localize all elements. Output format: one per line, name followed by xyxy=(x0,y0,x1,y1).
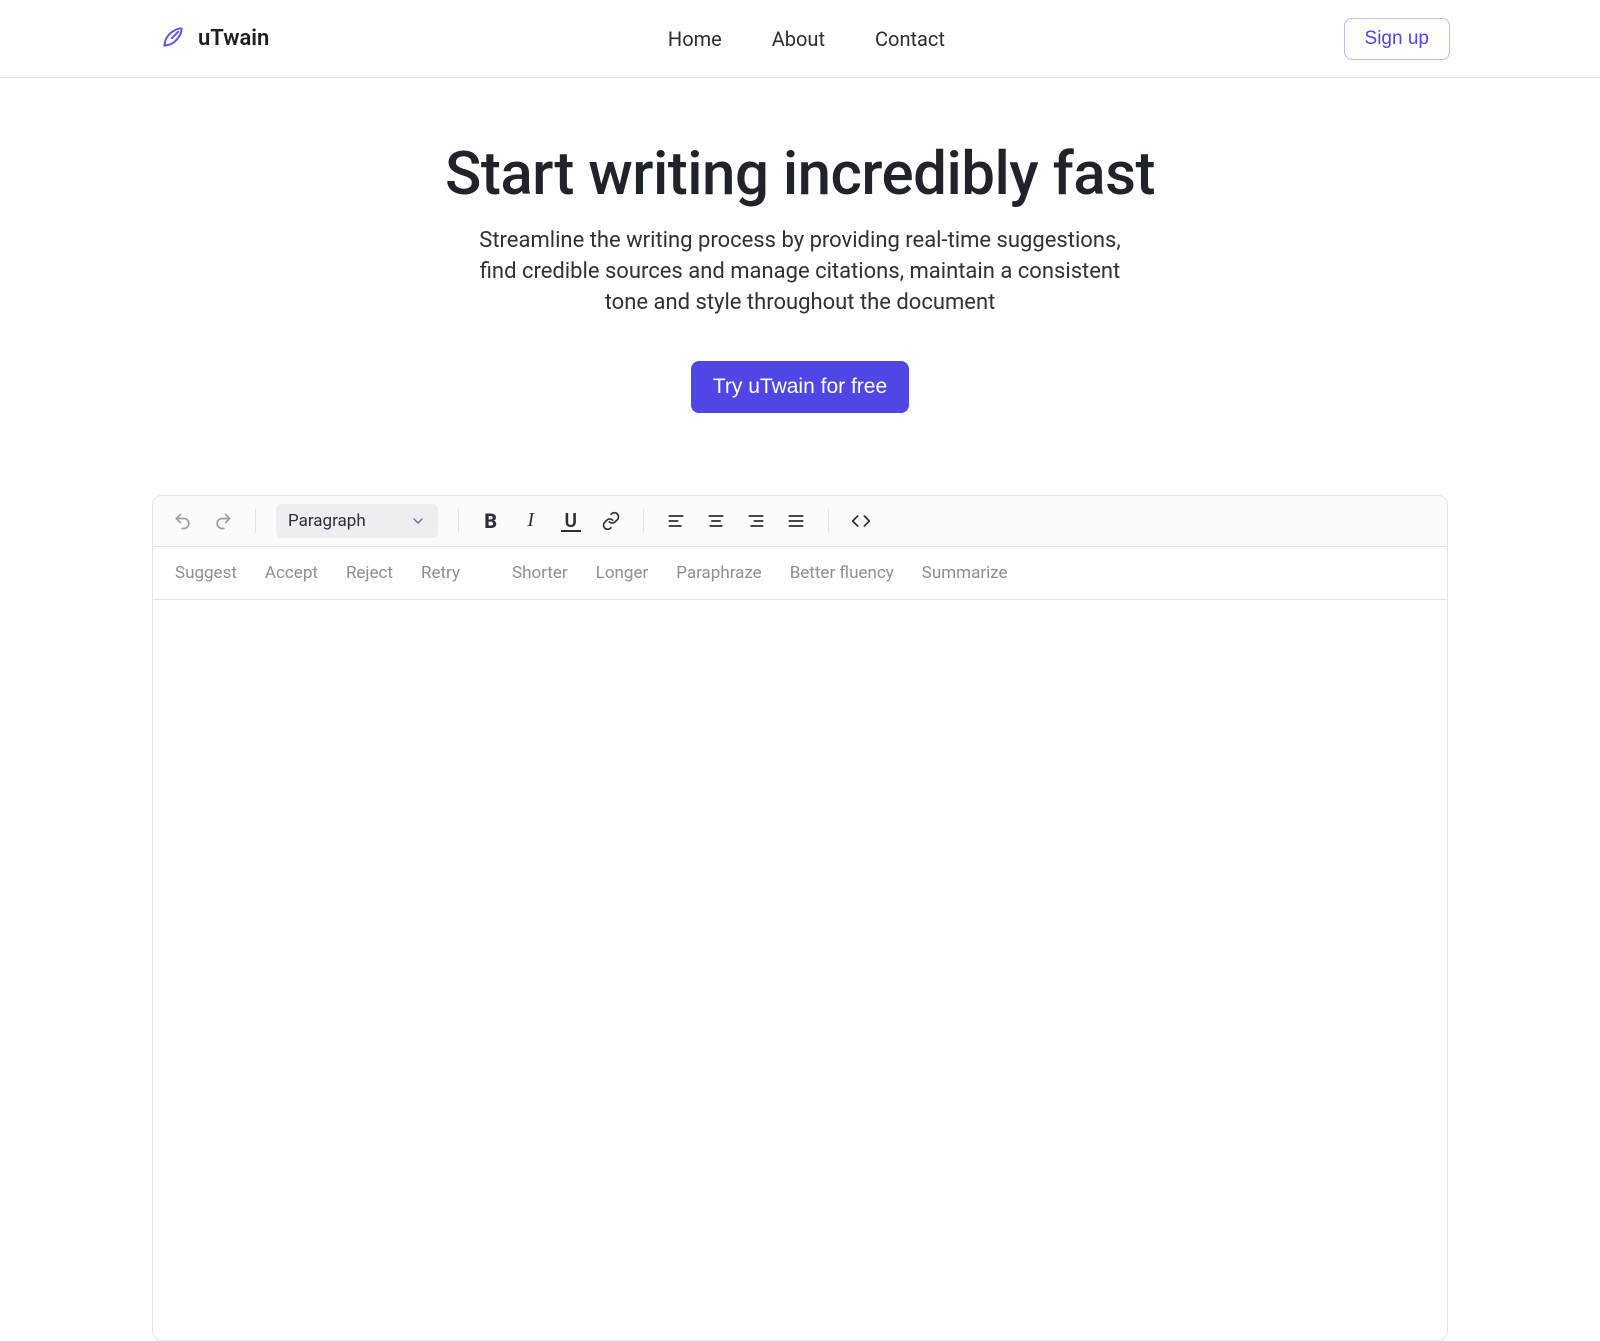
nav-contact[interactable]: Contact xyxy=(875,27,945,51)
separator xyxy=(643,509,644,533)
paragraph-style-select[interactable]: Paragraph xyxy=(276,504,438,538)
signup-button[interactable]: Sign up xyxy=(1344,18,1450,60)
primary-nav: Home About Contact xyxy=(668,27,945,51)
cta-try-free[interactable]: Try uTwain for free xyxy=(691,361,909,413)
ai-shorter[interactable]: Shorter xyxy=(510,559,570,587)
editor: Paragraph B I U Suggest Accept xyxy=(152,495,1448,1341)
align-center-icon xyxy=(706,511,726,531)
bold-button[interactable]: B xyxy=(475,505,507,537)
top-nav: uTwain Home About Contact Sign up xyxy=(0,0,1600,78)
hero-title: Start writing incredibly fast xyxy=(0,138,1600,209)
ai-longer[interactable]: Longer xyxy=(594,559,651,587)
ai-reject[interactable]: Reject xyxy=(344,559,395,587)
align-justify-icon xyxy=(786,511,806,531)
feather-icon xyxy=(160,24,186,54)
align-center-button[interactable] xyxy=(700,505,732,537)
paragraph-style-label: Paragraph xyxy=(288,511,366,531)
undo-icon xyxy=(173,511,193,531)
hero: Start writing incredibly fast Streamline… xyxy=(0,78,1600,463)
ai-paraphraze[interactable]: Paraphraze xyxy=(674,559,763,587)
editor-toolbar: Paragraph B I U xyxy=(153,496,1447,547)
ai-accept[interactable]: Accept xyxy=(263,559,320,587)
separator xyxy=(458,509,459,533)
italic-button[interactable]: I xyxy=(515,505,547,537)
editor-canvas[interactable] xyxy=(153,600,1447,1340)
nav-home[interactable]: Home xyxy=(668,27,722,51)
code-button[interactable] xyxy=(845,505,877,537)
undo-button[interactable] xyxy=(167,505,199,537)
link-icon xyxy=(601,511,621,531)
chevron-down-icon xyxy=(410,513,426,529)
ai-toolbar: Suggest Accept Reject Retry Shorter Long… xyxy=(153,547,1447,600)
align-justify-button[interactable] xyxy=(780,505,812,537)
nav-about[interactable]: About xyxy=(772,27,825,51)
brand-name: uTwain xyxy=(198,26,269,51)
brand[interactable]: uTwain xyxy=(160,24,269,54)
ai-better-fluency[interactable]: Better fluency xyxy=(788,559,896,587)
ai-summarize[interactable]: Summarize xyxy=(920,559,1010,587)
align-right-icon xyxy=(746,511,766,531)
separator xyxy=(828,509,829,533)
align-right-button[interactable] xyxy=(740,505,772,537)
redo-icon xyxy=(213,511,233,531)
link-button[interactable] xyxy=(595,505,627,537)
code-icon xyxy=(851,511,871,531)
redo-button[interactable] xyxy=(207,505,239,537)
hero-subtitle: Streamline the writing process by provid… xyxy=(460,225,1140,319)
underline-button[interactable]: U xyxy=(555,505,587,537)
align-left-icon xyxy=(666,511,686,531)
align-left-button[interactable] xyxy=(660,505,692,537)
ai-suggest[interactable]: Suggest xyxy=(173,559,239,587)
ai-retry[interactable]: Retry xyxy=(419,559,462,587)
separator xyxy=(255,509,256,533)
